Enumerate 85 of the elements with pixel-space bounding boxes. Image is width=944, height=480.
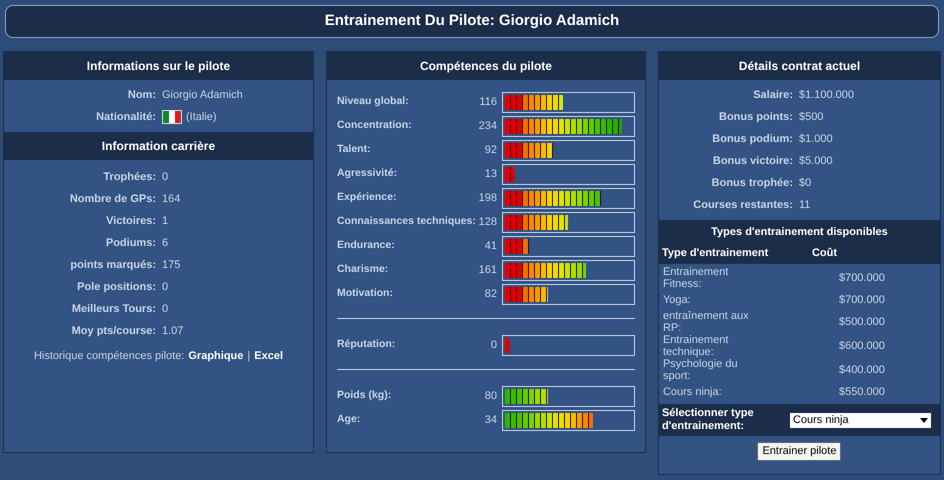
field-label: Bonus trophée: — [710, 176, 794, 191]
history-link[interactable]: Excel — [254, 348, 283, 364]
field-label: Victoires: — [105, 214, 157, 229]
table-cell-text: Yoga: — [662, 294, 692, 306]
field-value: 1.07 — [162, 324, 184, 339]
field-value: $0 — [798, 176, 812, 191]
select-label: Sélectionner type d'entrainement: — [662, 407, 755, 433]
panel-header: Compétences du pilote — [326, 52, 645, 80]
skill-value: 13 — [484, 166, 497, 182]
skill-label: Connaissances techniques: — [336, 214, 476, 230]
table-cell-text: $700.000 — [838, 270, 885, 286]
skill-label: Concentration: — [336, 118, 413, 134]
field-value: $500 — [798, 110, 824, 125]
skill-value: 234 — [478, 118, 497, 134]
skill-label: Réputation: — [336, 337, 396, 352]
table-cell-text: entraînement aux RP: — [662, 310, 750, 334]
table-cell-text: Entrainement Fitness: — [662, 266, 730, 290]
field-value: 0 — [162, 170, 168, 185]
skill-label: Charisme: — [336, 262, 390, 278]
skill-value: 198 — [478, 190, 497, 206]
history-link[interactable]: Graphique — [188, 348, 244, 364]
separator: | — [247, 349, 250, 364]
skill-value: 128 — [478, 214, 497, 230]
field-value: 0 — [162, 302, 168, 317]
training-title: Types d'entrainement disponibles — [710, 225, 889, 240]
skill-label: Motivation: — [336, 286, 394, 302]
field-value: $5.000 — [798, 154, 833, 169]
table-cell-text: $500.000 — [838, 314, 885, 330]
table-cell-text: $600.000 — [838, 338, 885, 354]
history-label: Historique compétences pilote: — [34, 349, 184, 364]
panel-header: Informations sur le pilote — [4, 52, 313, 80]
field-value: $1.000 — [798, 132, 833, 147]
field-label: Courses restantes: — [692, 198, 794, 213]
panel-header: Détails contrat actuel — [658, 52, 940, 80]
train-button[interactable]: Entrainer pilote — [757, 442, 842, 461]
skill-label: Poids (kg): — [336, 388, 392, 404]
skill-label: Talent: — [336, 142, 372, 158]
field-value: 0 — [162, 280, 168, 295]
skill-label: Age: — [336, 412, 362, 428]
field-label: Meilleurs Tours: — [70, 302, 157, 317]
field-label: Nombre de GPs: — [68, 192, 157, 207]
field-label: Bonus podium: — [711, 132, 794, 147]
field-label: Moy pts/course: — [70, 324, 157, 339]
field-label: Bonus points: — [718, 110, 794, 125]
field-label: Nationalité: — [95, 110, 157, 125]
table-cell-text: $550.000 — [838, 384, 885, 400]
skill-value: 92 — [484, 142, 497, 158]
page-title: Entrainement Du Pilote: Giorgio Adamich — [5, 5, 939, 38]
field-value: 1 — [162, 214, 168, 229]
field-value: $1.100.000 — [798, 88, 854, 103]
table-cell-text: $700.000 — [838, 292, 885, 308]
skill-value: 82 — [484, 286, 497, 302]
skill-value: 116 — [478, 94, 497, 110]
skill-label: Endurance: — [336, 238, 396, 254]
column-header: Type d'entrainement — [662, 246, 770, 260]
skill-value: 41 — [484, 238, 497, 254]
table-cell-text: Cours ninja: — [662, 386, 723, 398]
table-cell-text: Psychologie du sport: — [662, 358, 739, 382]
field-value: (Italie) — [186, 110, 217, 125]
training-select[interactable]: Cours ninja — [790, 412, 931, 428]
table-cell-text: Entrainement technique: — [662, 334, 730, 358]
field-value: 175 — [162, 258, 180, 273]
field-label: Trophées: — [102, 170, 157, 185]
field-label: points marqués: — [69, 258, 157, 273]
flag-icon — [162, 110, 182, 124]
skill-value: 0 — [490, 338, 497, 353]
field-value: 164 — [162, 192, 180, 207]
panel-header: Information carrière — [4, 132, 313, 160]
field-value: Giorgio Adamich — [162, 88, 243, 103]
caret-icon — [920, 418, 928, 422]
skill-label: Expérience: — [336, 190, 398, 206]
column-header: Coût — [812, 246, 837, 260]
field-label: Nom: — [126, 88, 157, 103]
field-label: Pole positions: — [76, 280, 157, 295]
field-label: Podiums: — [104, 236, 157, 251]
field-label: Salaire: — [752, 88, 794, 103]
field-value: 11 — [798, 198, 810, 213]
field-value: 6 — [162, 236, 168, 251]
table-cell-text: $400.000 — [838, 362, 885, 378]
field-label: Bonus victoire: — [712, 154, 794, 169]
skill-label: Niveau global: — [336, 94, 410, 110]
skill-value: 34 — [484, 412, 497, 428]
skill-value: 161 — [478, 262, 497, 278]
skill-label: Agressivité: — [336, 166, 398, 182]
skill-value: 80 — [484, 388, 497, 404]
